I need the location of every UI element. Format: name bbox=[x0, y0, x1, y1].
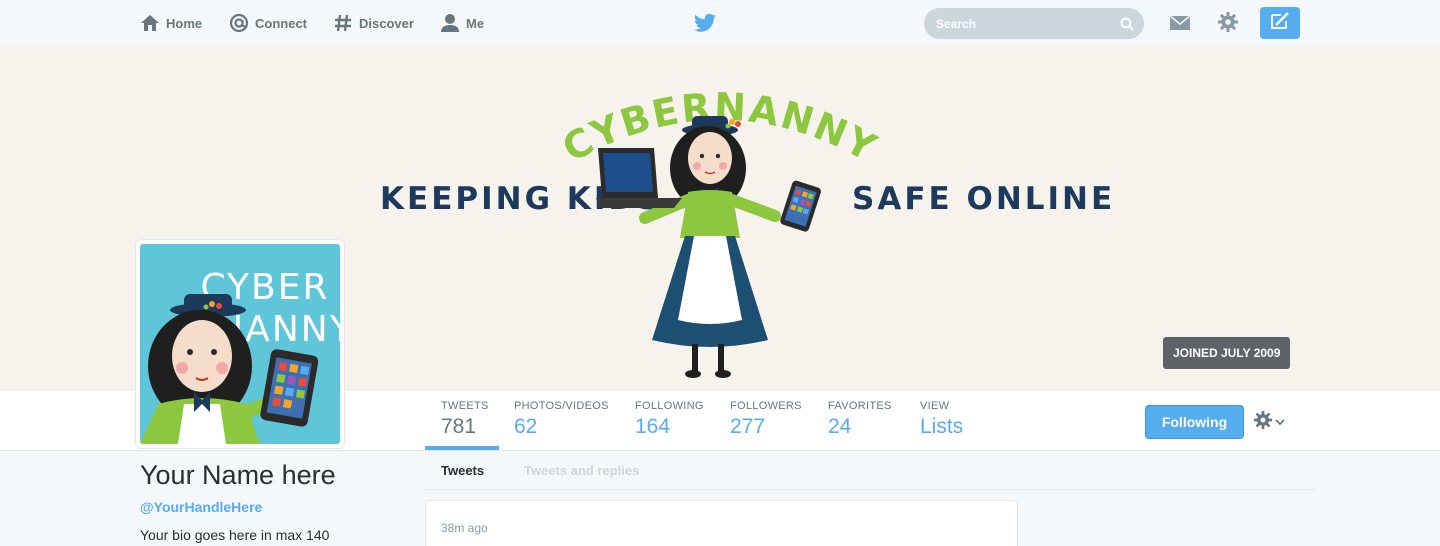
stat-value: 62 bbox=[514, 415, 538, 438]
stat-label: VIEW bbox=[920, 400, 950, 412]
search-input[interactable] bbox=[936, 16, 1120, 31]
stat-value: 277 bbox=[730, 415, 766, 438]
stat-value: 24 bbox=[828, 415, 852, 438]
stat-label: PHOTOS/VIDEOS bbox=[514, 400, 609, 412]
stat-favorites[interactable]: FAVORITES 24 bbox=[828, 400, 892, 439]
compose-tweet-button[interactable] bbox=[1260, 7, 1300, 39]
tab-tweets-and-replies[interactable]: Tweets and replies bbox=[524, 463, 639, 478]
stat-photos-videos[interactable]: PHOTOS/VIDEOS 62 bbox=[514, 400, 609, 439]
stat-lists[interactable]: VIEW Lists bbox=[920, 400, 963, 439]
nanny-illustration bbox=[596, 116, 821, 378]
stat-value: Lists bbox=[920, 415, 964, 438]
tweet-card[interactable]: 38m ago bbox=[425, 500, 1018, 546]
active-stat-underline bbox=[425, 446, 499, 450]
at-icon bbox=[229, 13, 249, 33]
stat-label: FAVORITES bbox=[828, 400, 892, 412]
profile-avatar[interactable]: CYBER NANNY bbox=[136, 240, 344, 448]
stat-followers[interactable]: FOLLOWERS 277 bbox=[730, 400, 802, 439]
stat-following[interactable]: FOLLOWING 164 bbox=[635, 400, 704, 439]
stat-value: 164 bbox=[635, 415, 671, 438]
person-icon bbox=[440, 13, 460, 33]
nav-home[interactable]: Home bbox=[140, 12, 202, 34]
nav-discover-label: Discover bbox=[359, 15, 414, 31]
tab-tweets[interactable]: Tweets bbox=[441, 463, 484, 478]
nav-me[interactable]: Me bbox=[440, 12, 484, 34]
banner-tagline-right: SAFE ONLINE bbox=[852, 181, 1116, 217]
profile-handle[interactable]: @YourHandleHere bbox=[140, 499, 262, 515]
timeline-tabs: Tweets Tweets and replies bbox=[425, 451, 1315, 490]
nav-discover[interactable]: Discover bbox=[333, 12, 414, 34]
nav-connect[interactable]: Connect bbox=[229, 12, 307, 34]
nav-me-label: Me bbox=[466, 15, 485, 31]
stat-label: FOLLOWING bbox=[635, 400, 704, 412]
tweet-timestamp[interactable]: 38m ago bbox=[441, 521, 488, 535]
chevron-down-icon bbox=[1275, 413, 1285, 431]
user-actions-menu[interactable] bbox=[1253, 410, 1289, 435]
stat-label: TWEETS bbox=[441, 400, 489, 412]
top-navigation-bar: Home Connect Discover Me bbox=[0, 0, 1440, 46]
joined-date-badge: JOINED JULY 2009 bbox=[1163, 337, 1291, 369]
stat-label: FOLLOWERS bbox=[730, 400, 802, 412]
following-button[interactable]: Following bbox=[1145, 405, 1244, 439]
envelope-icon[interactable] bbox=[1169, 13, 1191, 33]
twitter-bird-icon[interactable] bbox=[694, 13, 716, 33]
gear-icon[interactable] bbox=[1217, 11, 1239, 33]
search-icon[interactable] bbox=[1120, 17, 1134, 31]
avatar-image: CYBER NANNY bbox=[140, 244, 340, 444]
nav-home-label: Home bbox=[166, 15, 203, 31]
profile-name: Your Name here bbox=[140, 460, 336, 490]
stat-value: 781 bbox=[441, 415, 477, 438]
compose-icon bbox=[1269, 11, 1291, 36]
home-icon bbox=[140, 13, 160, 33]
search-box[interactable] bbox=[924, 8, 1144, 39]
gear-icon bbox=[1253, 410, 1273, 435]
stat-tweets[interactable]: TWEETS 781 bbox=[441, 400, 489, 439]
avatar-nanny-illustration: CYBER NANNY bbox=[140, 267, 340, 444]
hashtag-icon bbox=[333, 13, 353, 33]
profile-bio: Your bio goes here in max 140 bbox=[140, 527, 330, 543]
nav-connect-label: Connect bbox=[255, 15, 307, 31]
